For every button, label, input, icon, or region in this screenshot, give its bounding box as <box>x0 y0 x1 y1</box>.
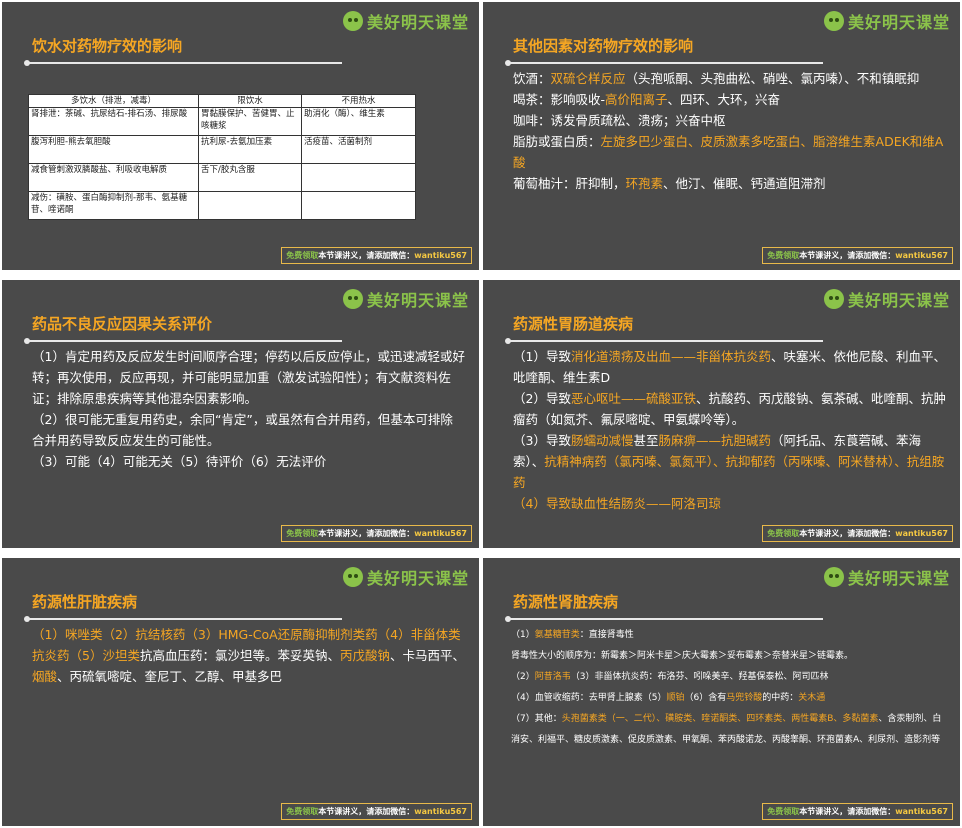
brand-name: 美好明天课堂 <box>366 569 469 588</box>
table-row: 减食管刺激双膦酸盐、利吸收电解质 舌下/胶丸含服 <box>28 163 416 192</box>
brand-name: 美好明天课堂 <box>847 291 950 310</box>
title-divider <box>505 338 823 344</box>
slide-title: 药源性胃肠道疾病 <box>513 315 634 333</box>
table-cell <box>301 191 416 220</box>
item-1: （1）导致消化道溃疡及出血——非甾体抗炎药、呋塞米、依他尼酸、利血平、吡喹酮、维… <box>513 349 946 385</box>
table-cell <box>198 191 302 220</box>
item-4: （4）导致缺血性结肠炎——阿洛司琼 <box>513 496 721 511</box>
slide-body: （1）肯定用药及反应发生时间顺序合理；停药以后反应停止，或迅速减轻或好转；再次使… <box>32 346 465 472</box>
paragraph: （3）可能（4）可能无关（5）待评价（6）无法评价 <box>32 454 327 469</box>
wechat-id: wantiku567 <box>895 807 948 816</box>
footer-notice: 免费领取本节课讲义，请添加微信：wantiku567 <box>762 247 953 264</box>
table-header: 不用热水 <box>301 94 416 108</box>
item-2: （2）导致恶心呕吐——硫酸亚铁、抗酸药、丙戊酸钠、氨茶碱、吡喹酮、抗肿瘤药（如氮… <box>513 391 946 427</box>
slide-gi-disease: 美好明天课堂 药源性胃肠道疾病 （1）导致消化道溃疡及出血——非甾体抗炎药、呋塞… <box>483 280 960 548</box>
table-header: 多饮水（排泄，减毒） <box>28 94 199 108</box>
brand-name: 美好明天课堂 <box>366 291 469 310</box>
title-divider <box>24 616 342 622</box>
bear-icon <box>823 11 844 31</box>
slide-body: （1）氨基糖苷类：直接肾毒性 肾毒性大小的顺序为：新霉素＞阿米卡星＞庆大霉素＞妥… <box>511 625 946 751</box>
brand-logo: 美好明天课堂 <box>823 565 950 589</box>
line-5: （7）其他：头孢菌素类（一、二代）、磺胺类、喹诺酮类、四环素类、两性霉素B、多黏… <box>511 714 942 745</box>
wechat-id: wantiku567 <box>414 529 467 538</box>
title-divider <box>505 60 823 66</box>
footer-notice: 免费领取本节课讲义，请添加微信：wantiku567 <box>762 525 953 542</box>
footer-notice: 免费领取本节课讲义，请添加微信：wantiku567 <box>281 247 472 264</box>
table-cell: 腹泻利胆-熊去氧胆酸 <box>28 135 199 164</box>
table-cell: 抗利尿-去氨加压素 <box>198 135 302 164</box>
bear-icon <box>823 567 844 587</box>
slide-other-factors: 美好明天课堂 其他因素对药物疗效的影响 饮酒：双硫仑样反应（头孢哌酮、头孢曲松、… <box>483 2 960 270</box>
slide-title: 饮水对药物疗效的影响 <box>32 37 183 55</box>
wechat-id: wantiku567 <box>895 251 948 260</box>
line-3: （2）阿昔洛韦（3）非甾体抗炎药：布洛芬、吲哚美辛、羟基保泰松、阿司匹林 <box>511 672 829 682</box>
brand-logo: 美好明天课堂 <box>342 9 469 33</box>
table-cell: 肾排泄：茶碱、抗尿结石-排石汤、排尿酸 <box>28 107 199 136</box>
slide-title: 其他因素对药物疗效的影响 <box>513 37 694 55</box>
table-row: 腹泻利胆-熊去氧胆酸 抗利尿-去氨加压素 活疫苗、活菌制剂 <box>28 135 416 164</box>
table-cell: 助消化（酶）、维生素 <box>301 107 416 136</box>
paragraph: （1）肯定用药及反应发生时间顺序合理；停药以后反应停止，或迅速减轻或好转；再次使… <box>32 349 465 406</box>
line-4: （4）血管收缩药：去甲肾上腺素（5）顺铂（6）含有马兜铃酸的中药：关木通 <box>511 693 826 703</box>
slide-title: 药品不良反应因果关系评价 <box>32 315 213 333</box>
slide-body: 饮酒：双硫仑样反应（头孢哌酮、头孢曲松、硝唑、氯丙嗪）、不和镇眠抑 喝茶：影响吸… <box>513 68 946 194</box>
line-coffee: 咖啡：诱发骨质疏松、溃疡；兴奋中枢 <box>513 113 726 128</box>
brand-logo: 美好明天课堂 <box>823 9 950 33</box>
title-divider <box>24 338 342 344</box>
footer-notice: 免费领取本节课讲义，请添加微信：wantiku567 <box>281 803 472 820</box>
brand-logo: 美好明天课堂 <box>342 565 469 589</box>
brand-name: 美好明天课堂 <box>366 13 469 32</box>
slide-body: （1）咪唑类（2）抗结核药（3）HMG-CoA还原酶抑制剂类药（4）非甾体类抗炎… <box>32 624 465 687</box>
line-tea: 喝茶：影响吸收-高价阳离子、四环、大环，兴奋 <box>513 92 781 107</box>
table-cell: 活疫苗、活菌制剂 <box>301 135 416 164</box>
table-row: 减伤：磺胺、蛋白酶抑制剂-那韦、氨基糖苷、喹诺酮 <box>28 191 416 220</box>
footer-notice: 免费领取本节课讲义，请添加微信：wantiku567 <box>281 525 472 542</box>
line-2: 肾毒性大小的顺序为：新霉素＞阿米卡星＞庆大霉素＞妥布霉素＞奈替米星＞链霉素。 <box>511 651 854 661</box>
bear-icon <box>342 289 363 309</box>
wechat-id: wantiku567 <box>414 251 467 260</box>
slide-adr-causality: 美好明天课堂 药品不良反应因果关系评价 （1）肯定用药及反应发生时间顺序合理；停… <box>2 280 479 548</box>
line-fat-protein: 脂肪或蛋白质：左旋多巴少蛋白、皮质激素多吃蛋白、脂溶维生素ADEK和维A酸 <box>513 134 944 170</box>
brand-logo: 美好明天课堂 <box>823 287 950 311</box>
water-intake-table: 多饮水（排泄，减毒） 限饮水 不用热水 肾排泄：茶碱、抗尿结石-排石汤、排尿酸 … <box>28 94 416 220</box>
table-cell: 胃黏膜保护、苦健胃、止咳糖浆 <box>198 107 302 136</box>
table-cell <box>301 163 416 192</box>
brand-logo: 美好明天课堂 <box>342 287 469 311</box>
paragraph: （2）很可能无重复用药史，余同“肯定”，或虽然有合并用药，但基本可排除合并用药导… <box>32 412 453 448</box>
line-alcohol: 饮酒：双硫仑样反应（头孢哌酮、头孢曲松、硝唑、氯丙嗪）、不和镇眠抑 <box>513 71 920 86</box>
line-grapefruit: 葡萄柚汁：肝抑制，环孢素、他汀、催眠、钙通道阻滞剂 <box>513 176 826 191</box>
title-divider <box>24 60 342 66</box>
slide-title: 药源性肝脏疾病 <box>32 593 138 611</box>
slide-title: 药源性肾脏疾病 <box>513 593 619 611</box>
title-divider <box>505 616 823 622</box>
table-cell: 减伤：磺胺、蛋白酶抑制剂-那韦、氨基糖苷、喹诺酮 <box>28 191 199 220</box>
table-cell: 减食管刺激双膦酸盐、利吸收电解质 <box>28 163 199 192</box>
item-3: （3）导致肠蠕动减慢甚至肠麻痹——抗胆碱药（阿托品、东莨菪碱、苯海索）、抗精神病… <box>513 433 945 490</box>
table-header-row: 多饮水（排泄，减毒） 限饮水 不用热水 <box>28 94 416 108</box>
table-header: 限饮水 <box>198 94 302 108</box>
wechat-id: wantiku567 <box>895 529 948 538</box>
slide-body: （1）导致消化道溃疡及出血——非甾体抗炎药、呋塞米、依他尼酸、利血平、吡喹酮、维… <box>513 346 946 514</box>
slide-water-intake: 美好明天课堂 饮水对药物疗效的影响 多饮水（排泄，减毒） 限饮水 不用热水 肾排… <box>2 2 479 270</box>
bear-icon <box>342 567 363 587</box>
table-row: 肾排泄：茶碱、抗尿结石-排石汤、排尿酸 胃黏膜保护、苦健胃、止咳糖浆 助消化（酶… <box>28 107 416 136</box>
table-cell: 舌下/胶丸含服 <box>198 163 302 192</box>
brand-name: 美好明天课堂 <box>847 13 950 32</box>
bear-icon <box>823 289 844 309</box>
paragraph: （1）咪唑类（2）抗结核药（3）HMG-CoA还原酶抑制剂类药（4）非甾体类抗炎… <box>32 627 466 684</box>
line-1: （1）氨基糖苷类：直接肾毒性 <box>511 630 634 640</box>
slide-kidney-disease: 美好明天课堂 药源性肾脏疾病 （1）氨基糖苷类：直接肾毒性 肾毒性大小的顺序为：… <box>483 558 960 826</box>
bear-icon <box>342 11 363 31</box>
brand-name: 美好明天课堂 <box>847 569 950 588</box>
wechat-id: wantiku567 <box>414 807 467 816</box>
slide-liver-disease: 美好明天课堂 药源性肝脏疾病 （1）咪唑类（2）抗结核药（3）HMG-CoA还原… <box>2 558 479 826</box>
footer-notice: 免费领取本节课讲义，请添加微信：wantiku567 <box>762 803 953 820</box>
